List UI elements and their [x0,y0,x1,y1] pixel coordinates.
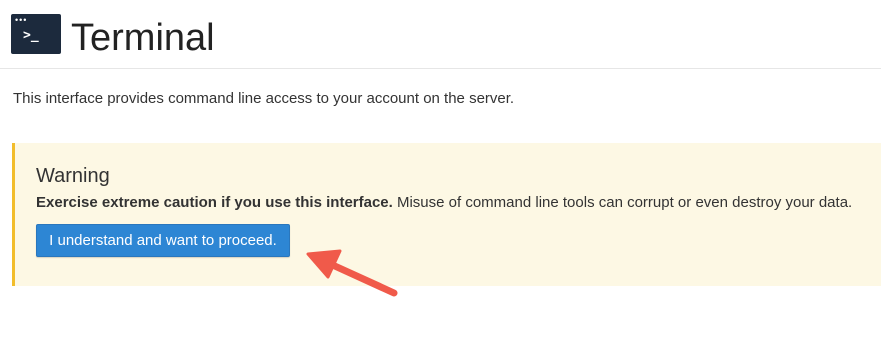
page-header: ••• >_ Terminal [0,0,881,69]
warning-message: Exercise extreme caution if you use this… [36,193,852,213]
warning-title: Warning [36,165,110,187]
terminal-prompt-glyph: >_ [23,28,39,43]
page-description: This interface provides command line acc… [13,90,515,107]
proceed-button[interactable]: I understand and want to proceed. [36,224,290,257]
page-title: Terminal [71,17,215,59]
warning-emphasis: Exercise extreme caution if you use this… [36,194,393,211]
arrow-icon [306,249,398,297]
terminal-icon: ••• >_ [11,14,61,54]
warning-detail: Misuse of command line tools can corrupt… [392,194,853,211]
window-dots-icon: ••• [15,15,28,25]
warning-callout: Warning Exercise extreme caution if you … [12,143,881,286]
